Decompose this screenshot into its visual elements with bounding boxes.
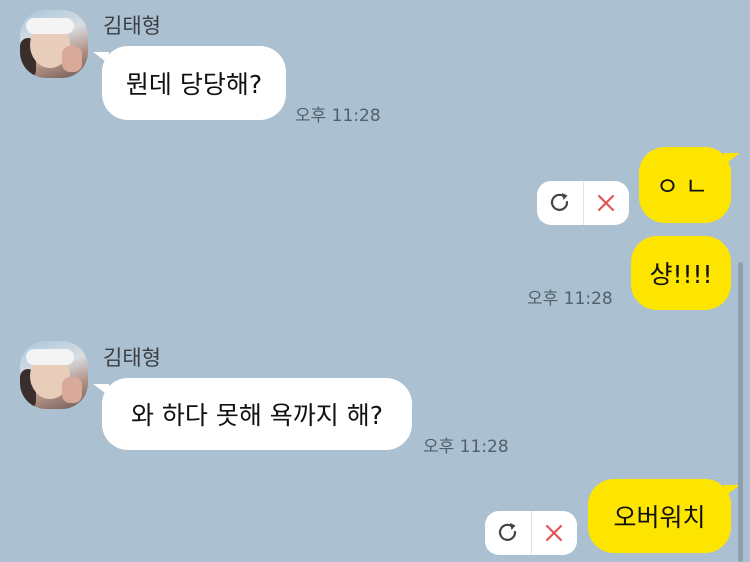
failed-message-actions xyxy=(537,181,629,225)
message-time: 오후 11:28 xyxy=(527,289,613,309)
delete-button[interactable] xyxy=(532,511,578,555)
refresh-icon xyxy=(498,523,516,541)
message-text: ㅇㄴ xyxy=(655,172,714,201)
message-bubble[interactable]: 샹!!!! xyxy=(631,236,731,310)
scrollbar[interactable] xyxy=(738,262,743,562)
message-text: 와 하다 못해 욕까지 해? xyxy=(130,401,384,430)
close-icon xyxy=(598,194,615,212)
message-bubble[interactable]: 오버워치 xyxy=(588,479,740,553)
close-icon xyxy=(546,524,563,542)
message-text: 샹!!!! xyxy=(649,260,713,289)
avatar[interactable] xyxy=(20,10,88,78)
message-bubble[interactable]: 뭔데 당당해? xyxy=(93,46,286,120)
resend-button[interactable] xyxy=(485,511,531,555)
refresh-icon xyxy=(550,193,568,211)
message-bubble[interactable]: ㅇㄴ xyxy=(639,147,740,223)
message-time: 오후 11:28 xyxy=(423,437,509,457)
avatar[interactable] xyxy=(20,341,88,409)
message-text: 뭔데 당당해? xyxy=(125,70,263,99)
resend-button[interactable] xyxy=(537,181,583,225)
sender-name: 김태형 xyxy=(103,14,161,38)
message-time: 오후 11:28 xyxy=(295,106,381,126)
failed-message-actions xyxy=(485,511,577,555)
message-bubble[interactable]: 와 하다 못해 욕까지 해? xyxy=(93,378,412,450)
sender-name: 김태형 xyxy=(103,346,161,370)
message-text: 오버워치 xyxy=(613,503,706,532)
delete-button[interactable] xyxy=(584,181,630,225)
